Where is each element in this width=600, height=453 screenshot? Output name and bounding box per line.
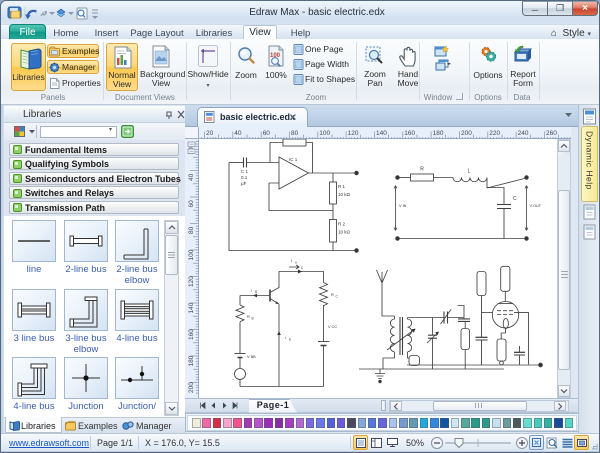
svg-text:i: i (285, 335, 286, 340)
svg-text:240: 240 (518, 130, 529, 137)
svg-text:~: ~ (232, 377, 235, 382)
svg-text:10 kΩ: 10 kΩ (338, 192, 351, 197)
svg-text:40: 40 (234, 130, 242, 137)
svg-text:20: 20 (206, 130, 214, 137)
svg-text:80: 80 (188, 226, 195, 234)
svg-text:V IN: V IN (399, 204, 407, 208)
svg-text:B: B (255, 290, 257, 294)
svg-text:100: 100 (188, 249, 195, 260)
svg-text:40: 40 (188, 173, 195, 181)
svg-text:V BB: V BB (247, 355, 256, 359)
svg-text:60: 60 (263, 130, 271, 137)
svg-text:i: i (291, 258, 292, 263)
svg-text:200: 200 (461, 130, 472, 137)
svg-text:C 1: C 1 (241, 169, 249, 174)
svg-text:V OUT: V OUT (530, 204, 542, 208)
svg-text:60: 60 (188, 200, 195, 208)
svg-text:R: R (247, 314, 250, 319)
svg-text:120: 120 (348, 130, 359, 137)
svg-text:80: 80 (291, 130, 299, 137)
svg-text:i: i (297, 264, 298, 269)
svg-text:140: 140 (188, 302, 195, 313)
svg-text:i: i (251, 288, 252, 293)
svg-text:R 1: R 1 (338, 184, 346, 189)
svg-text:160: 160 (404, 130, 415, 137)
svg-text:260: 260 (546, 130, 557, 137)
svg-text:C: C (336, 295, 339, 299)
svg-text:220: 220 (489, 130, 500, 137)
svg-text:IC 1: IC 1 (289, 157, 298, 162)
svg-text:180: 180 (433, 130, 444, 137)
svg-text:E: E (289, 338, 291, 342)
svg-text:R 2: R 2 (338, 222, 346, 227)
svg-text:140: 140 (376, 130, 387, 137)
svg-text:C: C (301, 266, 304, 270)
svg-text:0.1: 0.1 (241, 175, 248, 180)
svg-text:180: 180 (188, 355, 195, 366)
svg-text:160: 160 (188, 329, 195, 340)
svg-text:200: 200 (188, 382, 195, 393)
svg-text:V CC: V CC (328, 325, 337, 329)
svg-text:10 kΩ: 10 kΩ (338, 230, 351, 235)
svg-text:R: R (420, 167, 424, 173)
svg-text:μF: μF (241, 181, 247, 186)
svg-text:R: R (331, 292, 334, 297)
svg-text:C: C (513, 196, 517, 202)
svg-text:B: B (252, 317, 254, 321)
svg-text:L: L (468, 169, 471, 175)
svg-text:100: 100 (319, 130, 330, 137)
svg-text:120: 120 (188, 276, 195, 287)
